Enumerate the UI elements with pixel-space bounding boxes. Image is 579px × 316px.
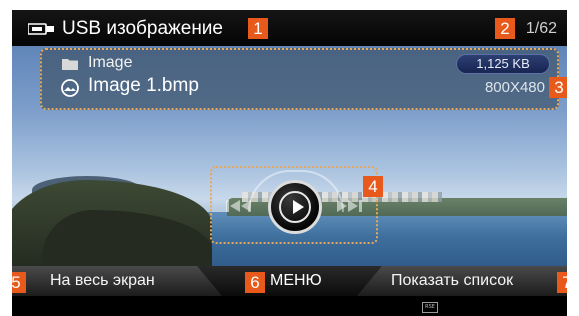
bottom-bar: На весь экран МЕНЮ Показать список <box>12 266 567 296</box>
footer-strip: RSE <box>12 296 567 316</box>
folder-icon <box>62 59 78 70</box>
folder-name: Image <box>88 54 133 71</box>
slideshow-controls <box>210 166 378 244</box>
show-list-label: Показать список <box>391 272 514 289</box>
fast-forward-icon[interactable] <box>336 198 362 214</box>
callout-7: 7 <box>557 272 567 293</box>
usb-device-icon <box>28 23 54 35</box>
file-name: Image 1.bmp <box>88 75 199 96</box>
rewind-icon[interactable] <box>226 198 252 214</box>
callout-1: 1 <box>248 18 268 39</box>
callout-6: 6 <box>245 272 265 293</box>
callout-5: 5 <box>12 272 26 293</box>
title-bar: USB изображение 1/62 <box>12 10 567 46</box>
image-counter: 1/62 <box>525 20 557 37</box>
page-title: USB изображение <box>62 18 223 39</box>
image-file-icon <box>61 79 79 97</box>
callout-4: 4 <box>363 176 383 197</box>
image-resolution: 800X480 <box>484 79 545 96</box>
callout-3: 3 <box>549 77 567 98</box>
callout-2: 2 <box>495 18 515 39</box>
media-screen: USB изображение 1/62 Image 1,125 KB Imag… <box>12 10 567 316</box>
fullscreen-label: На весь экран <box>50 272 155 289</box>
play-button[interactable] <box>268 180 322 234</box>
rse-indicator-icon: RSE <box>422 302 438 313</box>
play-icon <box>279 191 311 223</box>
file-info-panel: Image 1,125 KB Image 1.bmp 800X480 <box>40 48 559 110</box>
file-size-badge: 1,125 KB <box>456 54 550 74</box>
menu-button[interactable]: МЕНЮ <box>270 272 322 290</box>
